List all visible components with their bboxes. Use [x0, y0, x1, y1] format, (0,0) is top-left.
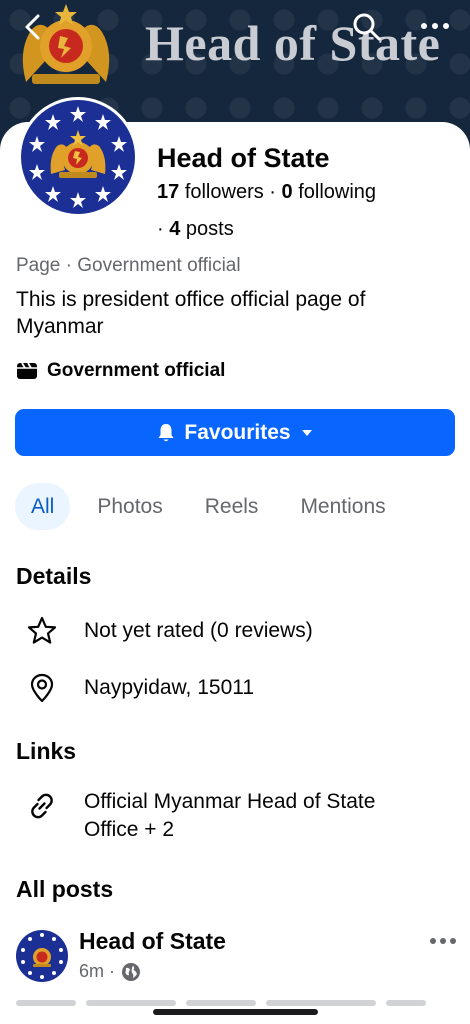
posts-separator: ·	[157, 218, 164, 240]
posts-stats: · 4 posts	[157, 218, 234, 241]
page-category: Page · Government official	[16, 255, 241, 276]
star-icon	[27, 616, 57, 644]
tab-all[interactable]: All	[15, 483, 71, 530]
page-title: Head of State	[157, 143, 330, 173]
location-row[interactable]: Naypyidaw, 15011	[26, 672, 254, 704]
back-arrow-icon[interactable]	[16, 10, 50, 44]
globe-icon	[122, 962, 141, 981]
page-bio: This is president office official page o…	[16, 288, 366, 338]
profile-tabs: All Photos Reels Mentions	[15, 483, 407, 530]
category-badge: Government official	[16, 358, 225, 384]
bell-icon	[158, 423, 174, 441]
search-icon[interactable]	[350, 10, 384, 44]
link-text[interactable]: Official Myanmar Head of State Office + …	[84, 788, 434, 844]
link-row[interactable]: Official Myanmar Head of State Office + …	[26, 788, 434, 844]
location-text: Naypyidaw, 15011	[84, 676, 255, 699]
badge-label: Government official	[47, 360, 226, 381]
details-heading: Details	[16, 563, 92, 589]
emblem-avatar-small	[16, 930, 68, 982]
profile-avatar[interactable]	[18, 97, 138, 217]
cover-title: Head of State	[145, 15, 441, 71]
follow-stats: 17 followers · 0 following	[157, 181, 376, 204]
emblem-avatar-image	[21, 100, 135, 214]
more-options-icon[interactable]	[418, 16, 452, 36]
links-heading: Links	[16, 738, 77, 764]
clapperboard-icon	[17, 362, 37, 379]
post-meta: 6m ·	[79, 961, 141, 982]
post-more-options-icon[interactable]	[428, 936, 458, 946]
rating-text: Not yet rated (0 reviews)	[84, 619, 313, 642]
following-label[interactable]: following	[298, 181, 376, 203]
post-author-avatar[interactable]	[16, 930, 68, 982]
post-author-name[interactable]: Head of State	[79, 928, 226, 955]
tab-reels[interactable]: Reels	[184, 483, 280, 530]
chevron-down-icon	[301, 429, 312, 436]
home-indicator[interactable]	[153, 1009, 318, 1015]
all-posts-heading: All posts	[16, 876, 114, 902]
followers-count[interactable]: 17	[157, 181, 179, 203]
favourites-label: Favourites	[184, 420, 291, 444]
favourites-button[interactable]: Favourites	[15, 409, 455, 456]
rating-row[interactable]: Not yet rated (0 reviews)	[26, 615, 313, 647]
posts-count: 4	[169, 218, 181, 240]
post-meta-separator: ·	[109, 961, 116, 981]
followers-label[interactable]: followers	[185, 181, 264, 203]
tab-mentions[interactable]: Mentions	[279, 483, 406, 530]
post-time[interactable]: 6m	[79, 961, 104, 982]
post-text-preview	[16, 1000, 456, 1006]
link-icon	[31, 793, 53, 819]
location-pin-icon	[30, 673, 54, 703]
following-count[interactable]: 0	[282, 181, 293, 203]
tab-photos[interactable]: Photos	[76, 483, 183, 530]
stats-separator: ·	[269, 181, 276, 203]
posts-label: posts	[185, 218, 234, 240]
